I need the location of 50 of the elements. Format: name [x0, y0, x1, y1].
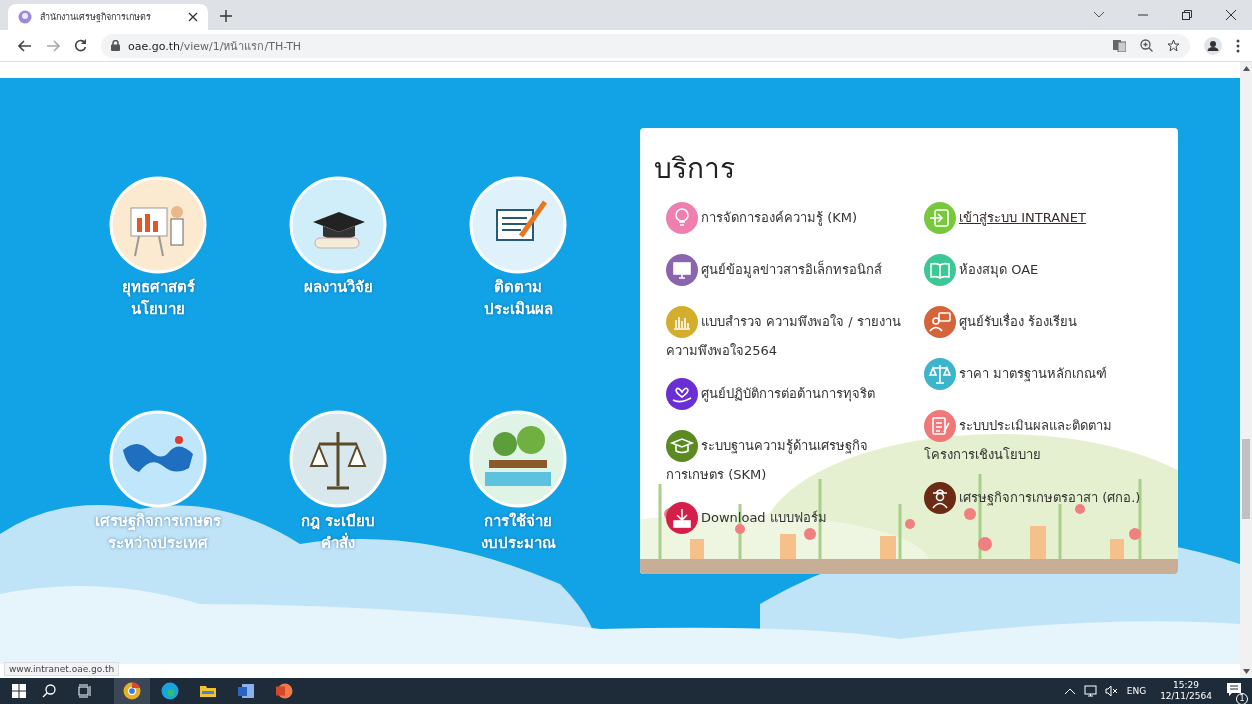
menu-icon[interactable] — [1236, 38, 1240, 53]
muted-speaker-icon[interactable] — [1104, 685, 1119, 697]
clock[interactable]: 15:29 12/11/2564 — [1160, 680, 1212, 702]
edge-app-icon — [161, 682, 179, 700]
close-icon[interactable] — [1226, 10, 1236, 20]
chrome-app-icon — [123, 682, 141, 700]
chevron-up-icon[interactable] — [1064, 688, 1075, 694]
search-icon[interactable] — [42, 684, 56, 698]
notification-icon[interactable] — [1226, 681, 1242, 697]
service-link[interactable]: ระบบประเมินผลและติดตามโครงการเชิงนโยบาย — [924, 410, 1160, 468]
service-link[interactable]: การจัดการองค์ความรู้ (KM) — [666, 202, 902, 240]
input-language[interactable]: ENG — [1126, 686, 1147, 696]
service-link[interactable]: เศรษฐกิจการเกษตรอาสา (ศกอ.) — [924, 482, 1160, 520]
star-icon[interactable] — [1167, 39, 1180, 52]
service-link[interactable]: ศูนย์ข้อมูลข่าวสารอิเล็กทรอนิกส์ — [666, 254, 902, 292]
service-link[interactable]: ระบบฐานความรู้ด้านเศรษฐกิจการเกษตร (SKM) — [666, 430, 902, 488]
translate-icon[interactable] — [1113, 39, 1126, 52]
emblem-icon — [18, 10, 32, 24]
scroll-up-icon[interactable] — [1242, 66, 1250, 71]
task-view-icon[interactable] — [78, 684, 92, 698]
browser-tab[interactable]: สำนักงานเศรษฐกิจการเกษตร — [8, 4, 208, 30]
service-link[interactable]: แบบสำรวจ ความพึงพอใจ / รายงานความพึงพอใจ2564 — [666, 306, 902, 364]
powerpoint-app-icon — [275, 682, 293, 700]
lock-icon — [111, 40, 120, 51]
service-link[interactable]: เข้าสู่ระบบ INTRANET — [924, 202, 1160, 240]
address-field[interactable]: oae.go.th/view/1/หน้าแรก/TH-TH — [101, 33, 1190, 58]
restore-icon[interactable] — [1182, 10, 1192, 20]
zoom-icon[interactable] — [1140, 39, 1153, 52]
new-tab-icon[interactable] — [220, 10, 232, 22]
scroll-down-icon[interactable] — [1242, 669, 1250, 674]
services-heading: บริการ — [654, 151, 736, 187]
chevron-down-icon[interactable] — [1094, 12, 1104, 18]
close-icon[interactable] — [188, 12, 198, 22]
service-link[interactable]: ราคา มาตรฐานหลักเกณฑ์ — [924, 358, 1160, 396]
taskbar-app[interactable] — [114, 678, 150, 704]
service-link[interactable]: Download แบบฟอร์ม — [666, 502, 902, 540]
service-link[interactable]: ศูนย์รับเรื่อง ร้องเรียน — [924, 306, 1160, 344]
windows-start-icon[interactable] — [12, 684, 26, 698]
scrollbar[interactable] — [1240, 62, 1252, 678]
service-link[interactable]: ศูนย์ปฏิบัติการต่อต้านการทุจริต — [666, 378, 902, 416]
word-app-icon — [237, 682, 255, 700]
service-link[interactable]: ห้องสมุด OAE — [924, 254, 1160, 292]
network-icon[interactable] — [1082, 685, 1097, 697]
reload-icon[interactable] — [74, 39, 87, 52]
notification-count: 1 — [1236, 692, 1248, 704]
back-arrow-icon[interactable] — [18, 39, 32, 52]
status-url: www.intranet.oae.go.th — [4, 662, 120, 676]
scrollbar-thumb[interactable] — [1242, 439, 1250, 519]
tab-title: สำนักงานเศรษฐกิจการเกษตร — [40, 11, 152, 24]
profile-icon[interactable] — [1204, 36, 1222, 55]
